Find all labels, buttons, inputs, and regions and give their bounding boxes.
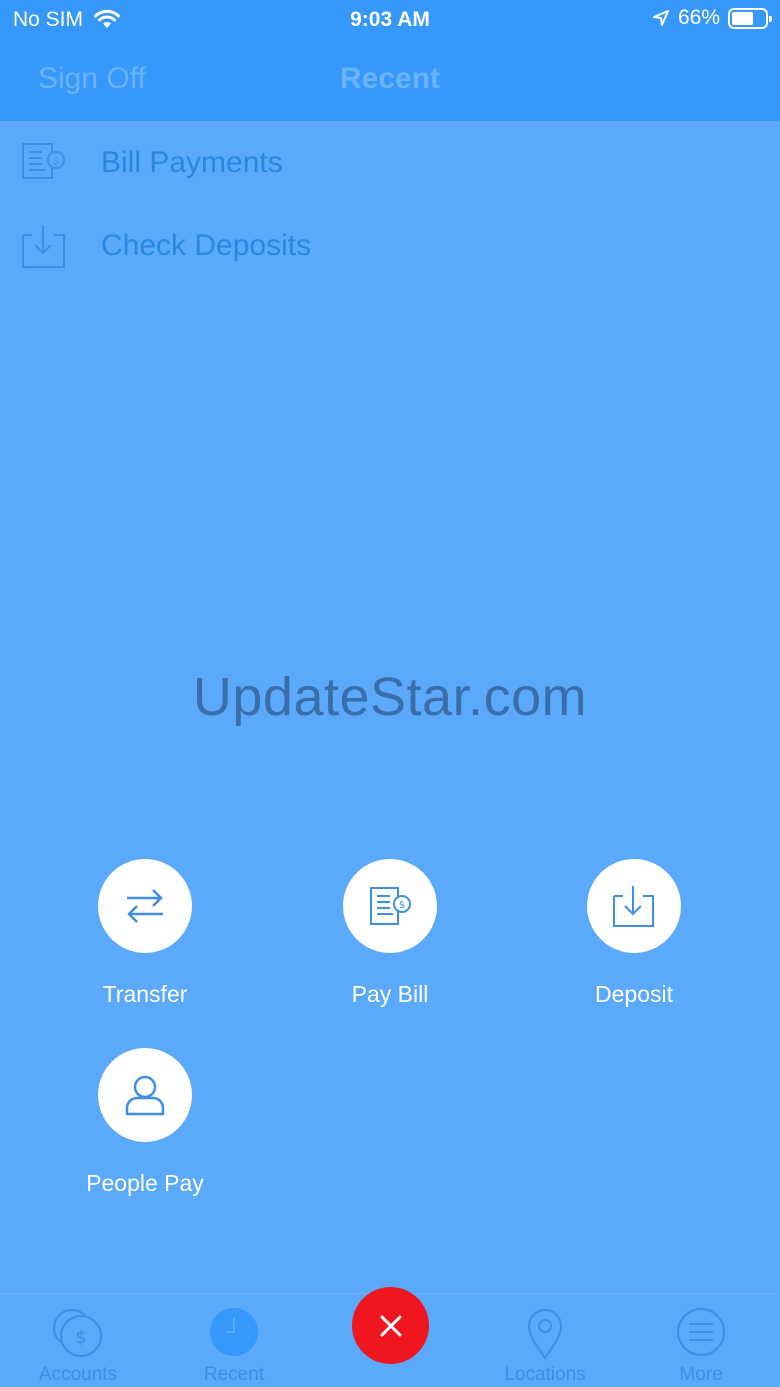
menu-icon [677,1308,725,1356]
battery-percent: 66% [677,6,720,29]
pay-bill-label: Pay Bill [351,981,429,1007]
deposit-button[interactable] [587,859,681,953]
svg-text:$: $ [53,156,59,167]
deposit-label: Deposit [595,981,673,1007]
tab-label: More [679,1364,723,1385]
transfer-arrows-icon [127,889,163,923]
list-item-bill-payments[interactable]: $ Bill Payments [0,121,780,201]
transfer-button[interactable] [98,859,192,953]
watermark: UpdateStar.com [192,667,588,727]
deposit-action[interactable]: Deposit [534,859,734,1019]
status-bar: No SIM 9:03 AM 66% [0,0,780,40]
tab-label: Recent [203,1364,265,1385]
svg-text:$: $ [76,1328,87,1348]
tab-label: Accounts [38,1364,118,1385]
battery-fill [732,11,754,25]
close-button[interactable] [352,1287,429,1364]
nav-bar: Sign Off Recent [0,40,780,121]
person-icon [125,1075,165,1116]
deposit-icon [22,225,65,268]
people-pay-button[interactable] [98,1048,192,1142]
pay-bill-action[interactable]: $ Pay Bill [290,859,490,1019]
tab-label: Locations [504,1364,586,1385]
tab-accounts[interactable]: $ Accounts [3,1294,153,1387]
list-item-label: Check Deposits [101,229,312,262]
tab-locations[interactable]: Locations [470,1294,620,1387]
list-item-label: Bill Payments [101,146,283,179]
deposit-icon [613,886,654,927]
status-right: 66% [652,6,772,30]
battery-icon [728,7,772,29]
page-title: Recent [339,62,441,95]
transfer-label: Transfer [102,981,188,1007]
tab-recent[interactable]: Recent [159,1294,309,1387]
map-pin-icon [527,1309,563,1360]
people-pay-label: People Pay [86,1170,204,1196]
bill-icon: $ [22,143,65,179]
tab-more[interactable]: More [626,1294,776,1387]
svg-text:$: $ [399,900,405,911]
people-pay-action[interactable]: People Pay [45,1048,245,1208]
pay-bill-button[interactable]: $ [343,859,437,953]
coins-icon: $ [53,1309,102,1357]
list-item-check-deposits[interactable]: Check Deposits [0,204,780,284]
location-arrow-icon [652,10,669,26]
transfer-action[interactable]: Transfer [45,859,245,1019]
close-icon [380,1315,401,1336]
bill-icon: $ [370,887,411,925]
clock-icon [210,1308,258,1356]
